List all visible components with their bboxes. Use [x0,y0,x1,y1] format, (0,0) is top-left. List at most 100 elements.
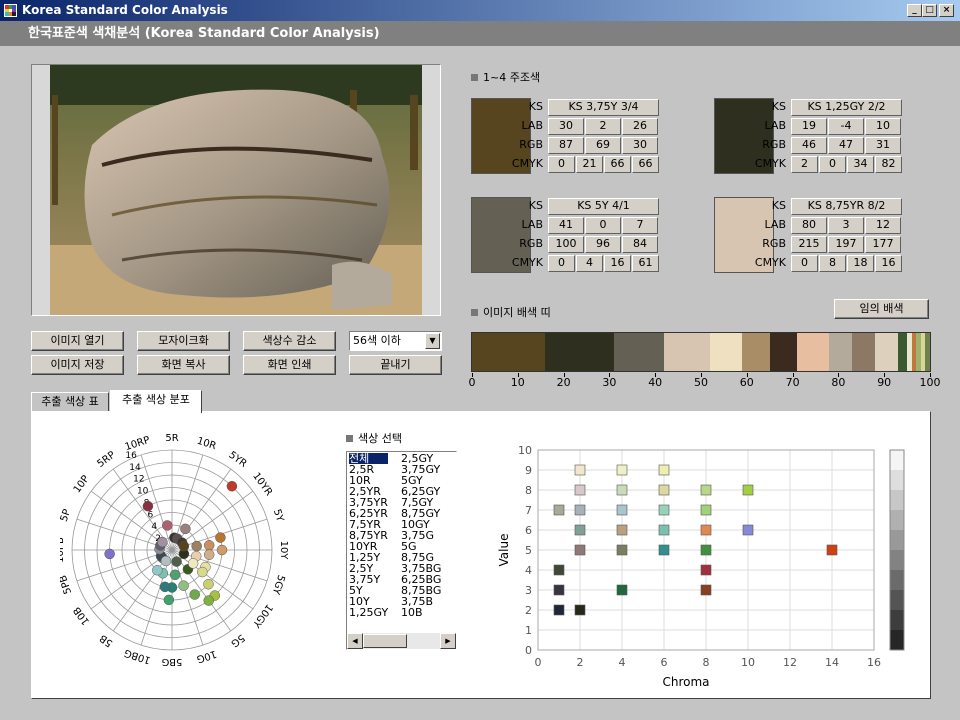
data-point [574,484,586,496]
palette-segment [925,333,930,371]
maximize-button[interactable]: □ [922,4,937,17]
row-label-rgb: RGB [762,237,786,250]
data-point [574,504,586,516]
hue-label: 10R [195,436,217,453]
hue-option[interactable]: 10B [401,607,441,618]
cmyk-value: 0 [548,156,575,173]
data-point [658,464,670,476]
close-button[interactable]: × [939,4,954,17]
hue-label: 10BG [123,647,152,666]
cmyk-value: 34 [847,156,874,173]
palette-tick-label: 90 [877,376,892,389]
y-tick-label: 3 [525,584,532,597]
y-tick-label: 1 [525,624,532,637]
scroll-right-icon[interactable]: ▶ [440,633,456,649]
hue-point [178,540,190,552]
cmyk-value: 8 [819,255,846,272]
cmyk-value: 0 [819,156,846,173]
lab-value: 2 [585,118,621,135]
x-tick-label: 8 [703,656,710,669]
rgb-value: 84 [622,236,658,253]
data-point [553,584,565,596]
lab-value: 10 [865,118,901,135]
save-image-button[interactable]: 이미지 저장 [31,355,124,375]
data-point [574,464,586,476]
palette-segment [874,333,898,371]
cmyk-value: 0 [791,255,818,272]
row-label-ks: KS [771,199,786,212]
open-image-button[interactable]: 이미지 열기 [31,331,124,351]
row-label-lab: LAB [521,218,543,231]
data-point [658,504,670,516]
exit-button[interactable]: 끝내기 [349,355,442,375]
cmyk-value: 18 [847,255,874,272]
hue-point [162,520,173,531]
chevron-down-icon[interactable]: ▼ [425,333,440,349]
chroma-ring-label: 12 [133,475,144,485]
palette-tick-label: 40 [648,376,663,389]
x-tick-label: 4 [619,656,626,669]
value-chroma-chart: 0 2 4 6 8 10 12 14 16012345678910ChromaValue [497,444,905,689]
y-tick-label: 4 [525,564,532,577]
x-axis-label: Chroma [662,675,709,689]
rgb-value: 215 [791,236,827,253]
palette-segment [472,333,546,371]
app-header-title: 한국표준색 색채분석 (Korea Standard Color Analysi… [28,26,380,41]
data-point [616,484,628,496]
scroll-thumb[interactable] [363,634,407,648]
minimize-button[interactable]: _ [907,4,922,17]
color-select-list[interactable]: 전체 2,5R 10R 2,5YR 3,75YR 6,25YR 7,5YR 8,75YR 10Y… [346,451,457,650]
row-label-lab: LAB [764,119,786,132]
mosaic-button[interactable]: 모자이크화 [137,331,230,351]
data-point [574,604,586,616]
data-point [826,544,838,556]
app-icon [4,4,17,17]
palette-segment [545,333,614,371]
window-titlebar[interactable]: Korea Standard Color Analysis [0,0,960,21]
value-scale-step [890,490,904,510]
hue-label: 10PB [60,537,66,563]
y-tick-label: 10 [518,444,532,457]
row-label-rgb: RGB [519,237,543,250]
cmyk-value: 4 [576,255,603,272]
hue-label: 5Y [271,508,286,524]
data-point [616,584,628,596]
palette-segment [710,333,743,371]
chroma-ring-label: 16 [125,451,137,461]
lab-value: 30 [548,118,584,135]
lab-value: 0 [585,217,621,234]
y-tick-label: 5 [525,544,532,557]
scroll-left-icon[interactable]: ◀ [347,633,363,649]
x-tick-label: 0 [535,656,542,669]
palette-segment [797,333,830,371]
value-scale-step [890,550,904,570]
palette-tick-label: 0 [468,376,476,389]
data-point [700,504,712,516]
chroma-ring-label: 6 [148,510,154,520]
value-scale-step [890,590,904,610]
tab-color-distribution[interactable]: 추출 색상 분포 [110,390,202,413]
hue-label: 5R [165,433,178,444]
horizontal-scrollbar[interactable]: ◀ ▶ [347,633,456,649]
random-palette-button[interactable]: 임의 배색 [834,299,929,319]
y-tick-label: 0 [525,644,532,657]
print-screen-button[interactable]: 화면 인쇄 [243,355,336,375]
palette-segment [769,333,798,371]
hue-option[interactable]: 1,25GY [349,607,388,618]
value-scale-step [890,630,904,650]
hue-label: 10GY [250,602,275,630]
y-tick-label: 2 [525,604,532,617]
hue-label: 5P [60,508,73,523]
reduce-colors-button[interactable]: 색상수 감소 [243,331,336,351]
tab-color-table[interactable]: 추출 색상 표 [31,392,109,412]
color-count-select[interactable]: 56색 이하 ▼ [349,331,442,351]
data-point [574,524,586,536]
rock-photo [50,65,422,315]
value-scale-step [890,570,904,590]
hue-point [203,540,215,551]
row-label-rgb: RGB [762,138,786,151]
x-tick-label: 16 [867,656,881,669]
copy-screen-button[interactable]: 화면 복사 [137,355,230,375]
hue-point [163,594,175,606]
row-label-lab: LAB [521,119,543,132]
